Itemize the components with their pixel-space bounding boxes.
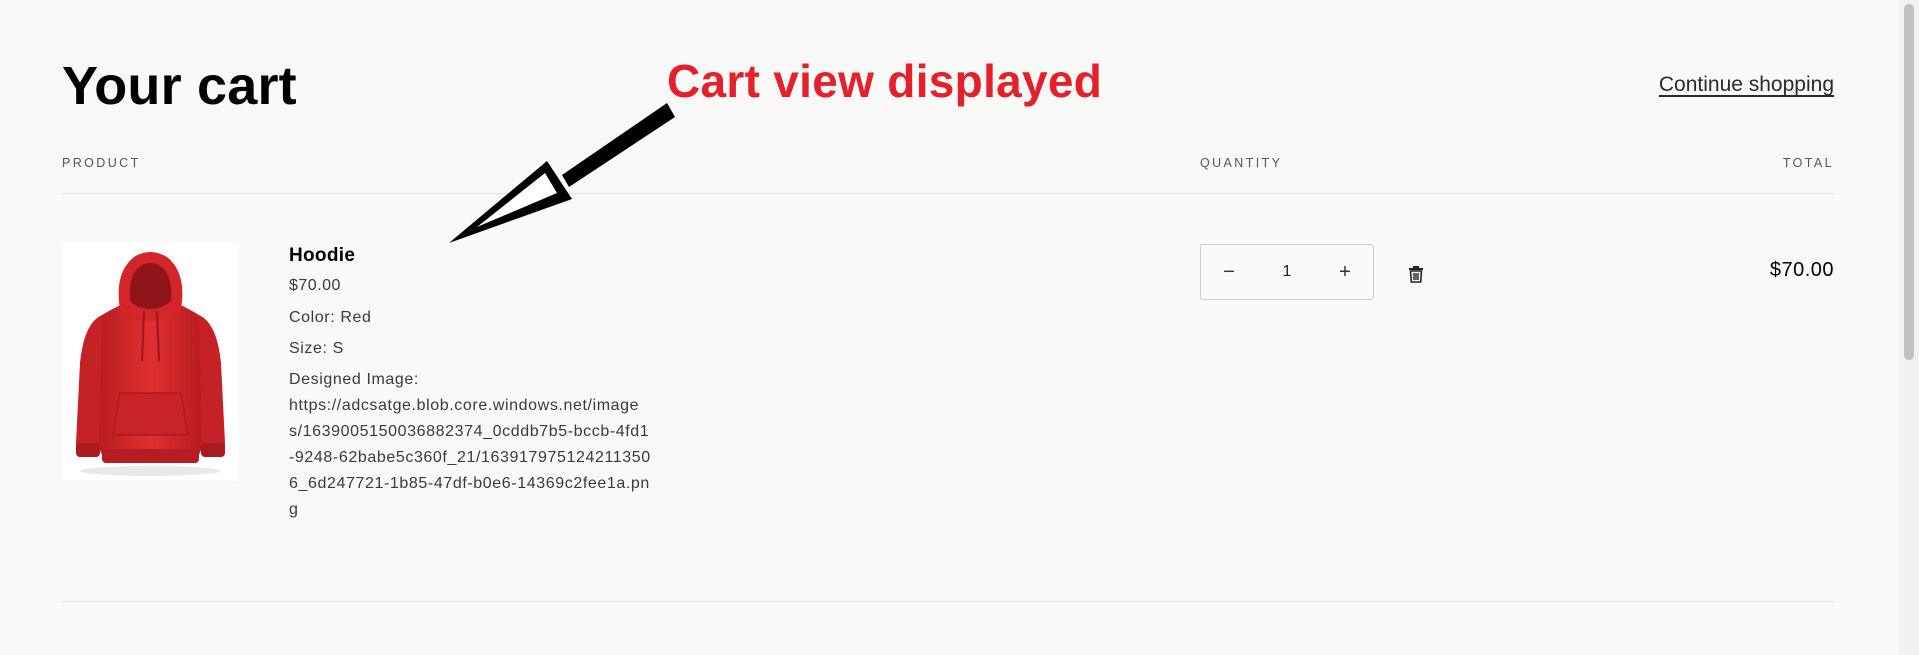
increase-quantity-button[interactable]: + (1317, 245, 1373, 299)
decrease-quantity-button[interactable]: − (1201, 245, 1257, 299)
annotation-arrow-icon (449, 103, 675, 243)
design-url: https://adcsatge.blob.core.windows.net/i… (289, 397, 651, 518)
product-image[interactable] (62, 243, 239, 481)
design-label: Designed Image: (289, 371, 419, 388)
line-total: $70.00 (1769, 259, 1834, 281)
product-size-option: Size: S (289, 340, 344, 357)
product-color-option: Color: Red (289, 309, 372, 326)
page-title: Your cart (62, 56, 297, 116)
column-header-total: TOTAL (1782, 156, 1834, 170)
annotation-label: Cart view displayed (667, 55, 1103, 107)
product-design-option: Designed Image: https://adcsatge.blob.co… (289, 367, 651, 523)
product-unit-price: $70.00 (289, 277, 341, 294)
quantity-stepper: − + (1200, 244, 1374, 300)
remove-item-button[interactable] (1402, 260, 1430, 288)
header-divider (62, 193, 1834, 194)
quantity-input[interactable] (1260, 262, 1314, 282)
minus-icon: − (1223, 260, 1235, 283)
column-header-product: PRODUCT (62, 156, 141, 170)
continue-shopping-link[interactable]: Continue shopping (1659, 72, 1834, 98)
column-header-quantity: QUANTITY (1200, 156, 1283, 170)
row-divider (62, 601, 1834, 602)
scrollbar-thumb[interactable] (1904, 4, 1914, 360)
vertical-scrollbar[interactable] (1899, 0, 1919, 655)
product-details: Hoodie $70.00 Color: Red Size: S Designe… (289, 244, 669, 523)
red-hoodie-image (76, 252, 225, 476)
cart-page: Your cart Continue shopping PRODUCT QUAN… (62, 0, 1834, 655)
plus-icon: + (1339, 260, 1351, 283)
trash-icon (1409, 266, 1423, 283)
